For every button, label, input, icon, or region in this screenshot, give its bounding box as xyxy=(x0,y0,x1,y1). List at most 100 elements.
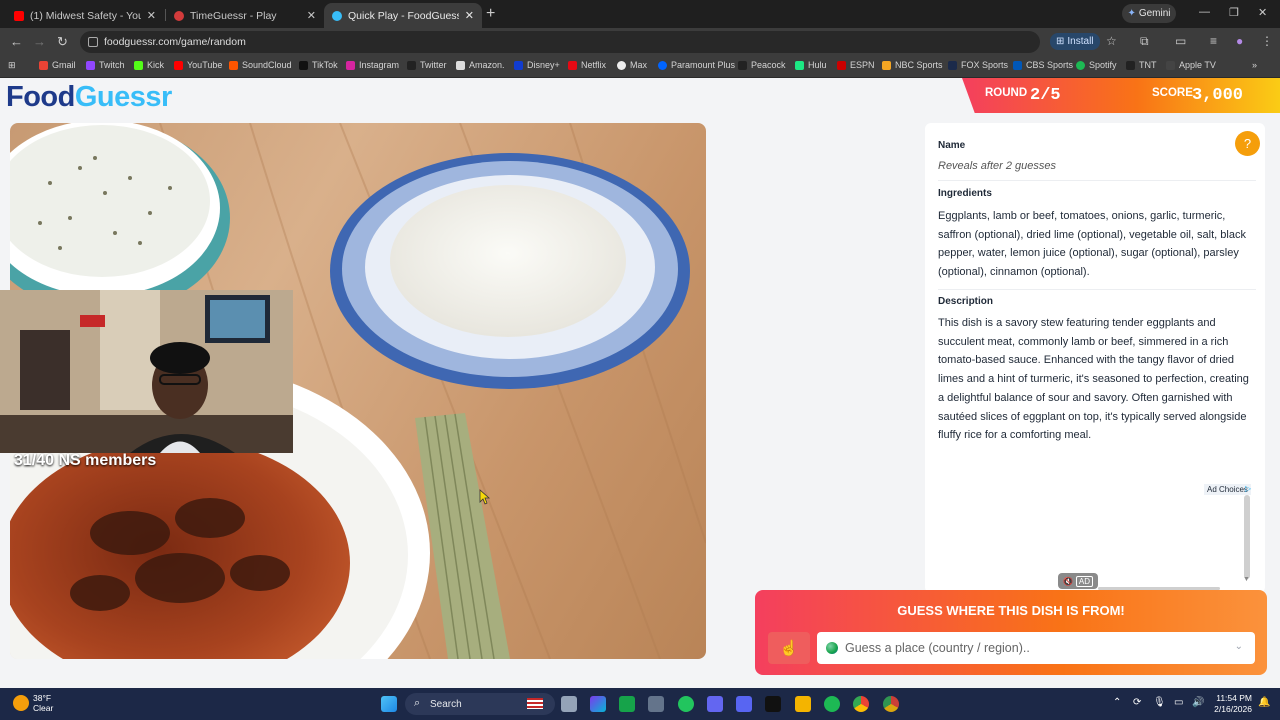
media-icon[interactable]: ≡ xyxy=(1210,34,1217,48)
app-icon[interactable] xyxy=(619,696,635,712)
show-hidden-icons[interactable]: ⌃ xyxy=(1113,697,1121,708)
gemini-icon: ✦ xyxy=(1127,8,1136,19)
install-app-button[interactable]: ⊞ Install xyxy=(1050,33,1100,50)
spotify-icon[interactable] xyxy=(824,696,840,712)
close-icon[interactable]: ✕ xyxy=(147,9,156,22)
back-button[interactable]: ← xyxy=(10,34,23,49)
bookmark-label: Twitch xyxy=(99,60,125,70)
bookmark-twitter[interactable]: Twitter xyxy=(407,60,447,70)
amazon-icon xyxy=(456,60,465,70)
bookmark-youtube[interactable]: YouTube xyxy=(174,60,222,70)
address-bar[interactable]: foodguessr.com/game/random xyxy=(80,31,1040,53)
bookmark-label: TNT xyxy=(1139,60,1157,70)
tab-foodguessr[interactable]: Quick Play - FoodGuessr | Food ✕ xyxy=(324,3,482,28)
taskbar-search[interactable]: ⌕ Search xyxy=(405,693,555,715)
bookmark-max[interactable]: Max xyxy=(617,60,647,70)
file-explorer-icon[interactable] xyxy=(795,696,811,712)
ingredients-label: Ingredients xyxy=(938,188,992,199)
tab-timeguessr[interactable]: TimeGuessr - Play ✕ xyxy=(166,3,324,28)
chevron-down-icon[interactable]: ⌄ xyxy=(1235,641,1243,652)
xbox-icon[interactable] xyxy=(678,696,694,712)
forward-button[interactable]: → xyxy=(33,34,46,49)
bookmark-disney[interactable]: Disney+ xyxy=(514,60,560,70)
bookmark-twitch[interactable]: Twitch xyxy=(86,60,125,70)
clock-time: 11:54 PM xyxy=(1216,693,1252,703)
menu-icon[interactable]: ⋮ xyxy=(1261,34,1273,48)
bookmark-paramount[interactable]: Paramount Plus xyxy=(658,60,735,70)
hint-button[interactable]: ☝ xyxy=(768,632,810,664)
bookmark-cbs-sports[interactable]: CBS Sports xyxy=(1013,60,1073,70)
window-close-button[interactable]: ✕ xyxy=(1258,6,1267,19)
more-bookmarks-icon[interactable]: » xyxy=(1252,60,1257,70)
bookmark-fox-sports[interactable]: FOX Sports xyxy=(948,60,1008,70)
bookmark-kick[interactable]: Kick xyxy=(134,60,164,70)
weather-widget[interactable]: 38°F Clear xyxy=(13,693,53,713)
divider xyxy=(938,180,1256,181)
ad-choices-link[interactable]: Ad Choices xyxy=(1204,484,1251,495)
discord-icon[interactable] xyxy=(736,696,752,712)
bookmark-spotify[interactable]: Spotify xyxy=(1076,60,1117,70)
extensions-icon[interactable]: ⧉ xyxy=(1140,34,1149,49)
bookmark-tnt[interactable]: TNT xyxy=(1126,60,1157,70)
taskbar-clock[interactable]: 11:54 PM 2/16/2026 xyxy=(1208,693,1252,715)
bookmark-hulu[interactable]: Hulu xyxy=(795,60,827,70)
tnt-icon xyxy=(1126,60,1135,70)
foodguessr-logo[interactable]: FoodGuessr xyxy=(6,81,172,114)
tab-youtube[interactable]: (1) Midwest Safety - YouTube ✕ xyxy=(6,3,164,28)
notifications-icon[interactable]: 🔔 xyxy=(1258,697,1270,708)
ad-mute-control[interactable]: 🔇 AD xyxy=(1058,573,1098,589)
scroll-down-arrow-icon[interactable]: ▼ xyxy=(1243,576,1250,583)
bookmark-netflix[interactable]: Netflix xyxy=(568,60,606,70)
volume-icon[interactable]: 🔊 xyxy=(1192,697,1204,708)
reload-button[interactable]: ↻ xyxy=(57,34,68,50)
sync-icon[interactable]: ⟳ xyxy=(1133,697,1141,708)
restore-button[interactable]: ❐ xyxy=(1229,6,1239,19)
microphone-icon[interactable]: 🎙 xyxy=(1153,697,1166,708)
minimize-button[interactable]: — xyxy=(1199,6,1210,18)
bookmark-label: Kick xyxy=(147,60,165,70)
cast-icon[interactable]: ▭ xyxy=(1175,34,1186,48)
copilot-icon[interactable] xyxy=(590,696,606,712)
gmail-icon xyxy=(39,60,48,70)
guess-location-field[interactable]: ⌄ xyxy=(817,632,1255,664)
chrome-icon[interactable] xyxy=(853,696,869,712)
store-icon[interactable] xyxy=(648,696,664,712)
ad-scrollbar[interactable] xyxy=(1244,495,1250,579)
close-icon[interactable]: ✕ xyxy=(465,9,474,22)
bookmark-star-icon[interactable]: ☆ xyxy=(1106,34,1117,48)
profile-avatar-icon[interactable]: ● xyxy=(1236,34,1243,48)
bookmark-gmail[interactable]: Gmail xyxy=(39,60,76,70)
weather-temperature: 38°F xyxy=(33,693,52,703)
bookmark-espn[interactable]: ESPN xyxy=(837,60,875,70)
round-score-banner: ROUND 2/5 SCORE 3,000 xyxy=(962,78,1280,113)
bookmark-tiktok[interactable]: TikTok xyxy=(299,60,338,70)
search-label: Search xyxy=(430,698,462,710)
bookmark-nbc-sports[interactable]: NBC Sports xyxy=(882,60,943,70)
windows-start-icon[interactable] xyxy=(381,696,397,712)
foodguessr-icon xyxy=(332,10,342,21)
epic-games-icon[interactable] xyxy=(765,696,781,712)
bookmark-soundcloud[interactable]: SoundCloud xyxy=(229,60,292,70)
teams-icon[interactable] xyxy=(707,696,723,712)
chrome-icon[interactable] xyxy=(883,696,899,712)
bookmark-peacock[interactable]: Peacock xyxy=(738,60,786,70)
site-info-icon[interactable] xyxy=(88,37,98,47)
gemini-button[interactable]: ✦ Gemini xyxy=(1122,4,1176,23)
guess-input[interactable] xyxy=(845,641,1225,655)
close-icon[interactable]: ✕ xyxy=(307,9,316,22)
twitch-icon xyxy=(86,60,95,70)
help-button[interactable]: ? xyxy=(1235,131,1260,156)
new-tab-button[interactable]: + xyxy=(486,5,495,23)
ad-choices-icon[interactable]: ▷ xyxy=(1245,484,1251,493)
bookmark-label: CBS Sports xyxy=(1026,60,1074,70)
espn-icon xyxy=(837,60,846,70)
bookmark-apple-tv[interactable]: Apple TV xyxy=(1166,60,1216,70)
bookmark-label: Instagram xyxy=(359,60,400,70)
tab-label: TimeGuessr - Play xyxy=(190,9,277,22)
bookmark-instagram[interactable]: Instagram xyxy=(346,60,399,70)
network-icon[interactable]: ▭ xyxy=(1174,697,1183,708)
bookmark-label: FOX Sports xyxy=(961,60,1009,70)
task-view-icon[interactable] xyxy=(561,696,577,712)
bookmark-amazon[interactable]: Amazon. xyxy=(456,60,505,70)
apps-icon[interactable]: ⊞ xyxy=(8,60,16,71)
